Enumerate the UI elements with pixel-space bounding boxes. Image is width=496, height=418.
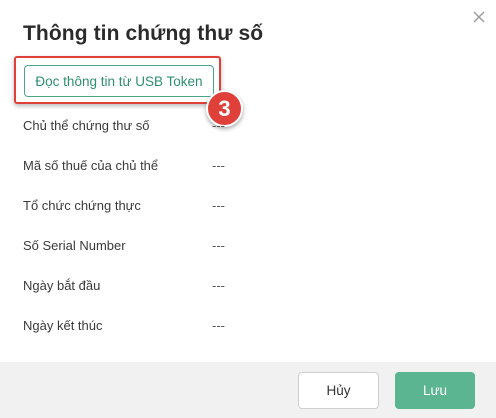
info-row-end-date: Ngày kết thúc ---	[23, 318, 323, 340]
info-label: Tổ chức chứng thực	[23, 198, 141, 213]
info-row-start-date: Ngày bắt đầu ---	[23, 278, 323, 300]
certificate-info-dialog: Thông tin chứng thư số Đọc thông tin từ …	[0, 0, 496, 418]
save-button[interactable]: Lưu	[395, 372, 475, 409]
info-value: ---	[212, 238, 225, 253]
info-row-issuer: Tổ chức chứng thực ---	[23, 198, 323, 220]
cancel-button[interactable]: Hủy	[298, 372, 379, 409]
info-value: ---	[212, 198, 225, 213]
info-label: Số Serial Number	[23, 238, 126, 253]
close-button[interactable]	[468, 6, 490, 28]
info-value: ---	[212, 318, 225, 333]
info-label: Ngày kết thúc	[23, 318, 103, 333]
info-row-subject: Chủ thể chứng thư số ---	[23, 118, 323, 140]
info-value: ---	[212, 158, 225, 173]
close-icon	[473, 11, 485, 23]
dialog-title: Thông tin chứng thư số	[23, 22, 264, 45]
info-row-serial-number: Số Serial Number ---	[23, 238, 323, 260]
read-usb-token-button[interactable]: Đọc thông tin từ USB Token	[24, 65, 214, 97]
info-label: Mã số thuế của chủ thể	[23, 158, 159, 173]
info-value: ---	[212, 278, 225, 293]
info-value: ---	[212, 118, 225, 133]
info-label: Chủ thể chứng thư số	[23, 118, 150, 133]
info-label: Ngày bắt đầu	[23, 278, 101, 293]
info-row-tax-code: Mã số thuế của chủ thể ---	[23, 158, 323, 180]
dialog-footer: Hủy Lưu	[0, 362, 496, 418]
